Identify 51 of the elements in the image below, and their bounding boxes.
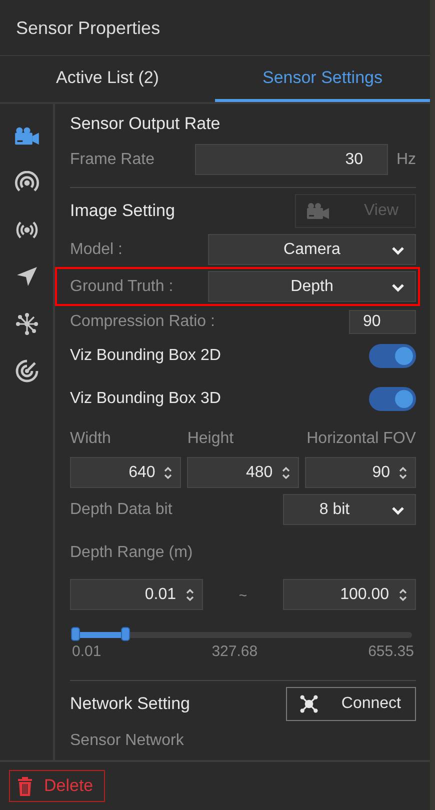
spin-field[interactable]: 90 bbox=[304, 457, 416, 488]
chevron-down-icon bbox=[391, 505, 405, 516]
toggle-label: Viz Bounding Box 2D bbox=[70, 346, 221, 364]
section-title: Network Setting bbox=[70, 694, 190, 714]
tab[interactable]: Active List (2) bbox=[0, 56, 215, 102]
toggle-label: Viz Bounding Box 3D bbox=[70, 390, 221, 408]
chevron-down-icon bbox=[391, 282, 405, 293]
field-label: Height bbox=[187, 430, 235, 448]
spin-field[interactable]: 480 bbox=[187, 457, 299, 488]
signal-rings-icon[interactable] bbox=[14, 170, 40, 194]
trash-icon bbox=[16, 776, 34, 796]
toggle-switch[interactable] bbox=[369, 344, 416, 368]
stepper-icon bbox=[398, 586, 408, 602]
slider-thumb[interactable] bbox=[121, 627, 130, 641]
field-label: Frame Rate bbox=[70, 150, 154, 168]
unit-label: Hz bbox=[395, 150, 416, 168]
target-icon[interactable] bbox=[14, 358, 40, 382]
field-label: Ground Truth : bbox=[70, 278, 174, 296]
toggle-switch[interactable] bbox=[369, 386, 416, 410]
video-camera-icon bbox=[306, 201, 330, 221]
network-node-icon[interactable] bbox=[14, 312, 40, 336]
input-field[interactable]: 90 bbox=[349, 310, 416, 334]
connect-button[interactable]: Connect bbox=[286, 687, 416, 721]
dropdown[interactable]: 8 bit bbox=[283, 494, 416, 525]
tick-label: 0.01 bbox=[72, 643, 102, 660]
spin-field[interactable]: 640 bbox=[70, 457, 182, 488]
dropdown[interactable]: Depth bbox=[208, 271, 416, 302]
field-label: Horizontal FOV bbox=[306, 430, 416, 448]
stepper-icon bbox=[398, 464, 408, 480]
slider-thumb[interactable] bbox=[71, 627, 80, 641]
tick-label: 327.68 bbox=[212, 643, 258, 660]
stepper-icon bbox=[163, 464, 174, 480]
section-title: Sensor Output Rate bbox=[70, 114, 220, 134]
number-field[interactable]: 30 bbox=[195, 144, 388, 175]
spin-field[interactable]: 0.01 bbox=[70, 579, 203, 610]
range-separator: ~ bbox=[238, 586, 248, 602]
field-label: Compression Ratio : bbox=[70, 313, 215, 331]
panel-title: Sensor Properties bbox=[0, 2, 430, 56]
tick-label: 655.35 bbox=[368, 643, 414, 660]
field-label: Sensor Network bbox=[70, 732, 184, 750]
field-label: Width bbox=[70, 430, 112, 448]
dropdown[interactable]: Camera bbox=[208, 234, 416, 265]
tab[interactable]: Sensor Settings bbox=[215, 56, 430, 102]
chevron-down-icon bbox=[391, 245, 405, 256]
field-label: Depth Range (m) bbox=[70, 544, 193, 562]
section-title: Image Setting bbox=[70, 201, 175, 221]
stepper-icon bbox=[280, 464, 291, 480]
field-label: Depth Data bit bbox=[70, 500, 172, 518]
spin-field[interactable]: 100.00 bbox=[283, 579, 416, 610]
stepper-icon bbox=[185, 586, 195, 602]
field-label: Model : bbox=[70, 240, 122, 258]
